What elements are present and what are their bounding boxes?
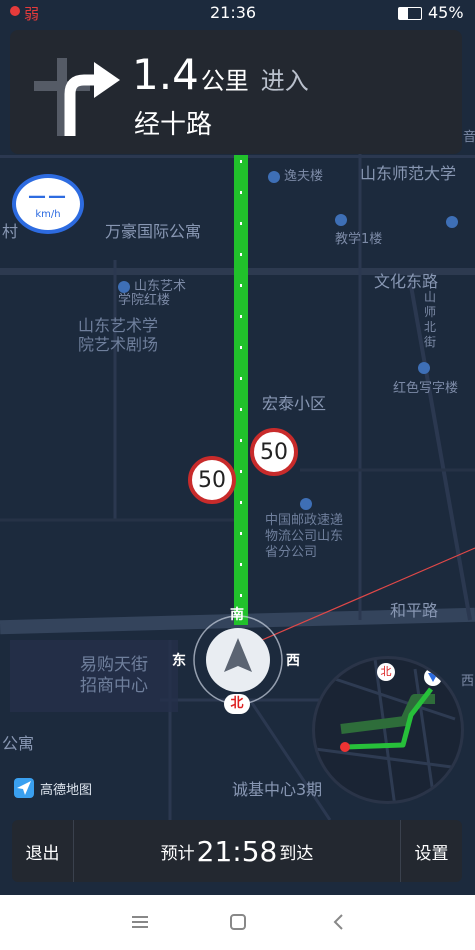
- area-label: 山东师范大学: [360, 164, 457, 183]
- status-time: 21:36: [210, 3, 257, 22]
- record-dot-icon: [10, 6, 20, 16]
- area-label: 公寓: [2, 734, 35, 753]
- compass-west: 西: [286, 653, 300, 669]
- compass-east: 东: [172, 653, 186, 669]
- menu-icon[interactable]: [132, 915, 148, 929]
- area-label: 宏泰小区: [262, 394, 327, 413]
- area-label: 易购天街招商中心: [80, 655, 148, 696]
- poi-label-text: 教学1楼: [335, 232, 383, 247]
- poi-label[interactable]: 山东艺术学院红楼: [118, 280, 198, 308]
- system-nav-bar: [0, 895, 475, 950]
- compass-south: 南: [230, 607, 244, 623]
- guidance-distance: 1.4 公里 进入: [132, 50, 309, 99]
- poi-label[interactable]: 逸夫楼: [268, 165, 323, 184]
- guidance-road: 经十路: [134, 110, 213, 140]
- battery-percent: 45%: [428, 3, 464, 22]
- minimap-north: 北: [377, 663, 395, 681]
- speedometer: —— km/h: [12, 174, 84, 234]
- area-label: 万豪国际公寓: [105, 222, 202, 241]
- overview-minimap[interactable]: 北: [312, 656, 464, 804]
- building-icon: [268, 170, 280, 183]
- building-icon: [446, 215, 458, 228]
- area-label: 诚基中心3期: [232, 780, 323, 799]
- edge-label: 西: [461, 674, 475, 689]
- carrier-signal: 弱: [24, 5, 40, 23]
- speed-limit-sign: 50: [250, 428, 298, 476]
- poi-label-text: 中国邮政速递物流公司山东省分公司: [265, 513, 344, 560]
- edge-label: 音: [463, 130, 475, 145]
- building-icon: [418, 361, 430, 374]
- area-label: 山东艺术学院艺术剧场: [78, 316, 159, 354]
- exit-button[interactable]: 退出: [12, 820, 74, 882]
- compass: 南 东 西 北: [172, 607, 300, 716]
- turn-right-icon: [34, 58, 120, 136]
- road-label: 文化东路: [374, 272, 439, 291]
- guidance-panel[interactable]: 1.4 公里 进入 经十路: [10, 30, 462, 154]
- minimap-route: [315, 659, 461, 801]
- speed-limit-sign: 50: [188, 456, 236, 504]
- poi-label[interactable]: [300, 496, 316, 511]
- road-label: 和平路: [390, 601, 439, 620]
- road-label: 山师北街: [424, 290, 437, 349]
- amap-logo-icon: [14, 778, 34, 798]
- eta-display[interactable]: 预计 21:58 到达: [74, 820, 400, 882]
- speed-unit: km/h: [35, 209, 61, 220]
- back-icon[interactable]: [332, 913, 344, 931]
- poi-label[interactable]: [335, 212, 351, 227]
- post-icon: [300, 497, 312, 510]
- compass-north: 北: [224, 694, 250, 714]
- poi-label[interactable]: [446, 214, 462, 229]
- building-icon: [118, 280, 130, 293]
- battery-icon: [398, 7, 422, 20]
- amap-logo: 高德地图: [14, 778, 92, 798]
- home-icon[interactable]: [230, 914, 246, 930]
- poi-label[interactable]: [418, 360, 434, 375]
- settings-button[interactable]: 设置: [400, 820, 462, 882]
- area-label: 村: [2, 222, 19, 241]
- building-icon: [335, 213, 347, 226]
- poi-label-text: 红色写字楼: [393, 381, 459, 396]
- speed-value: ——: [28, 186, 68, 207]
- bottom-bar: 退出 预计 21:58 到达 设置: [12, 820, 462, 882]
- status-bar: 弱 21:36 45%: [0, 0, 475, 28]
